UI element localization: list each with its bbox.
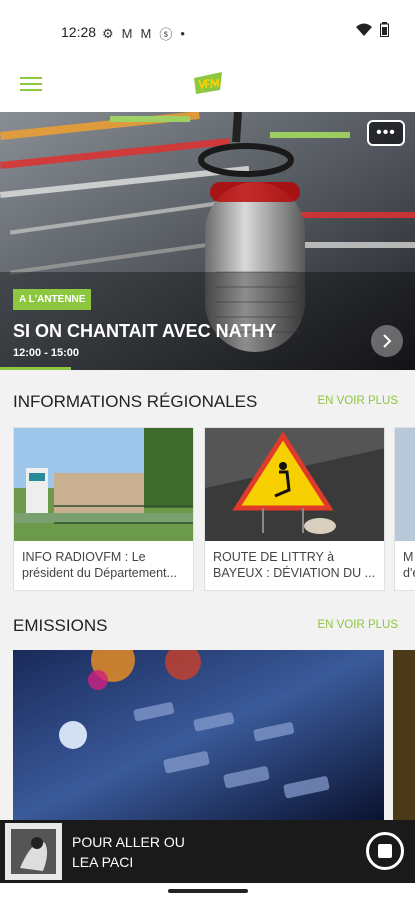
- news-card[interactable]: ROUTE DE LITTRY à BAYEUX : DÉVIATION DU …: [204, 427, 385, 591]
- news-card[interactable]: INFO RADIOVFM : Le président du Départem…: [13, 427, 194, 591]
- news-card[interactable]: M d'é: [394, 427, 415, 591]
- emission-card-partial[interactable]: [393, 650, 415, 820]
- battery-icon: [380, 22, 389, 37]
- status-right-icons: [356, 22, 389, 37]
- mixing-console-image: [13, 650, 384, 820]
- news-card-image: [395, 428, 415, 541]
- chevron-right-icon: [383, 334, 392, 348]
- emission-card[interactable]: [13, 650, 384, 820]
- info-section-title: INFORMATIONS RÉGIONALES: [13, 392, 258, 411]
- emissions-section-title: EMISSIONS: [13, 616, 108, 635]
- album-art: [5, 823, 62, 880]
- player-artist: LEA PACI: [72, 854, 134, 870]
- hero-now-playing[interactable]: ••• A L'ANTENNE SI ON CHANTAIT AVEC NATH…: [0, 112, 415, 370]
- info-see-more-link[interactable]: EN VOIR PLUS: [317, 395, 398, 407]
- news-card-image: [14, 428, 193, 541]
- status-bar: 12:28 ⚙ M M ⓢ •: [0, 0, 415, 62]
- gmail-icon: M: [140, 26, 152, 41]
- stop-button[interactable]: [366, 832, 404, 870]
- news-card-text: ROUTE DE LITTRY à BAYEUX : DÉVIATION DU …: [213, 550, 376, 580]
- program-progress-bar: [0, 367, 71, 370]
- app-icon: ⓢ: [159, 27, 173, 42]
- gmail-icon: M: [121, 26, 133, 41]
- news-card-image: [205, 428, 384, 541]
- app-bar: [0, 62, 415, 113]
- status-time: 12:28: [61, 24, 97, 40]
- mini-player[interactable]: POUR ALLER OU LEA PACI: [0, 820, 415, 883]
- show-time: 12:00 - 15:00: [13, 347, 80, 359]
- emissions-see-more-link[interactable]: EN VOIR PLUS: [317, 619, 398, 631]
- next-program-button[interactable]: [371, 325, 403, 357]
- gear-icon: ⚙: [102, 25, 114, 41]
- news-card-text: INFO RADIOVFM : Le président du Départem…: [22, 550, 177, 580]
- more-options-button[interactable]: •••: [367, 120, 405, 146]
- hamburger-menu-icon[interactable]: [20, 74, 42, 92]
- home-gesture-bar[interactable]: [168, 889, 248, 893]
- status-icons: ⚙ M M ⓢ •: [102, 24, 185, 43]
- info-cards-carousel[interactable]: INFO RADIOVFM : Le président du Départem…: [13, 427, 415, 591]
- wifi-icon: [356, 23, 372, 36]
- system-nav-bar: [0, 883, 415, 900]
- player-track-title: POUR ALLER OU: [72, 834, 185, 850]
- stop-icon: [378, 844, 392, 858]
- show-title: SI ON CHANTAIT AVEC NATHY: [13, 321, 277, 341]
- dot-icon: •: [180, 26, 185, 41]
- radio-logo[interactable]: [191, 68, 225, 96]
- news-card-text: M d'é: [403, 550, 415, 580]
- on-air-badge: A L'ANTENNE: [13, 289, 92, 310]
